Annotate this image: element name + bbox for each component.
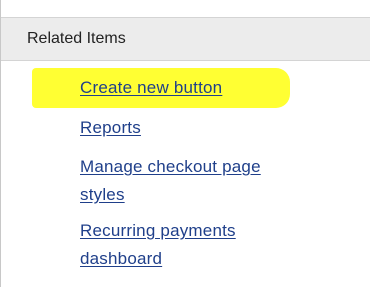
- panel-title: Related Items: [27, 30, 126, 47]
- recurring-payments-dashboard-link-line-1[interactable]: Recurring payments: [80, 219, 236, 243]
- manage-checkout-page-styles-link-line-1[interactable]: Manage checkout page: [80, 155, 261, 179]
- reports-link[interactable]: Reports: [80, 116, 141, 140]
- manage-checkout-page-styles-link-line-2[interactable]: styles: [80, 183, 125, 207]
- recurring-payments-dashboard-link-line-2[interactable]: dashboard: [80, 247, 162, 271]
- create-new-button-link[interactable]: Create new button: [80, 76, 222, 100]
- related-items-panel: Related Items Create new button Reports …: [0, 0, 370, 287]
